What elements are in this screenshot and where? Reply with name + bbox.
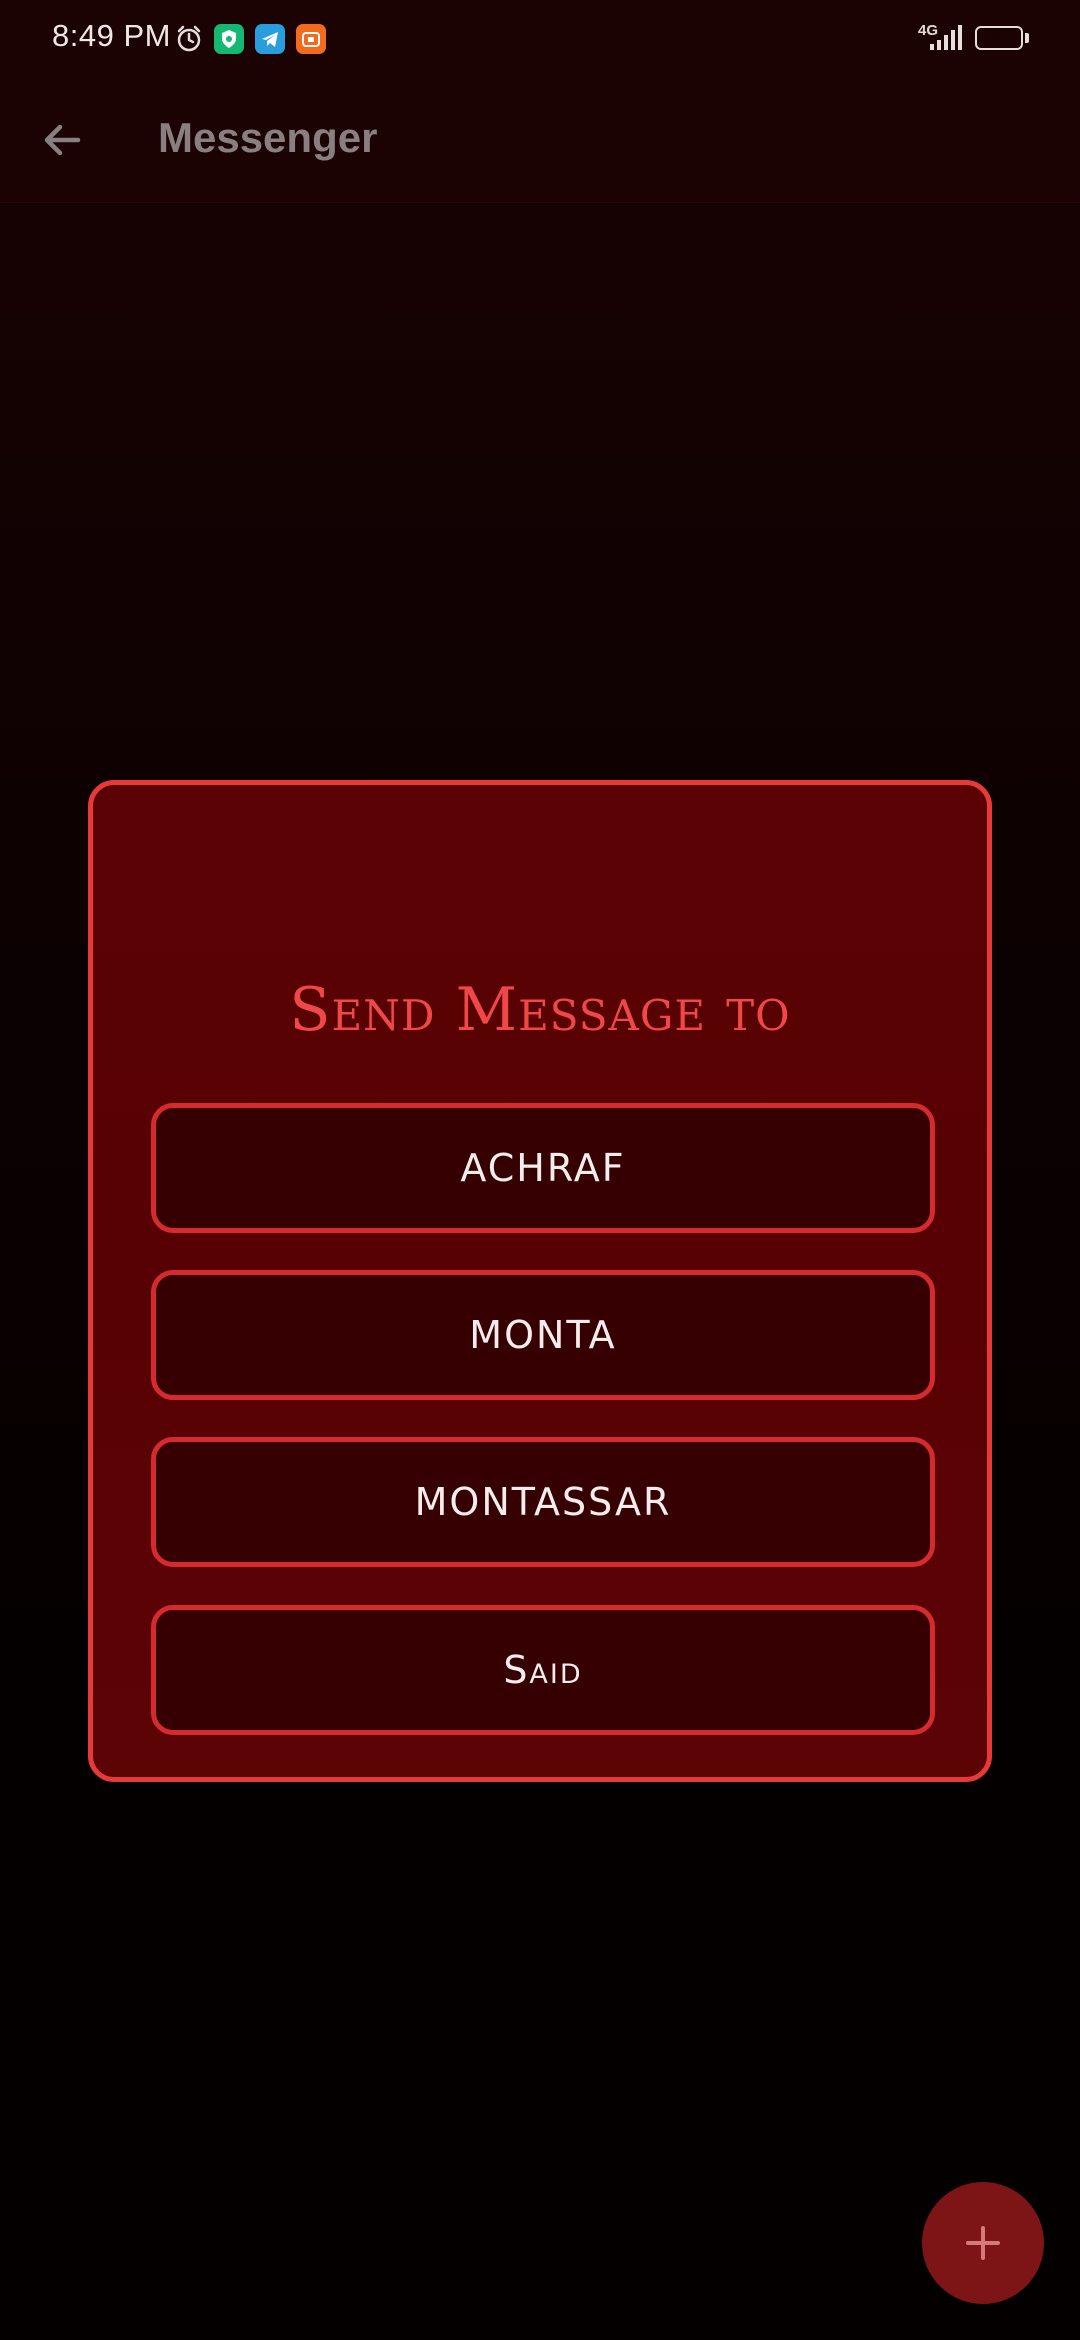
status-bar: 8:49 PM 4G 90	[0, 0, 1080, 78]
telegram-app-icon	[255, 24, 285, 54]
battery-icon: 90	[975, 26, 1023, 50]
alarm-icon	[174, 24, 204, 54]
back-button[interactable]	[30, 108, 94, 172]
recipient-label: MONTA	[469, 1313, 617, 1357]
recipient-button-monta[interactable]: MONTA	[151, 1270, 935, 1400]
recipient-button-montassar[interactable]: MONTASSAR	[151, 1437, 935, 1567]
recipient-label: MONTASSAR	[414, 1480, 672, 1524]
battery-tip	[1025, 33, 1029, 43]
mi-app-icon	[296, 24, 326, 54]
recipient-label: ACHRAF	[460, 1146, 626, 1190]
status-time: 8:49 PM	[52, 18, 171, 53]
battery-level: 90	[989, 27, 1009, 46]
recipient-button-achraf[interactable]: ACHRAF	[151, 1103, 935, 1233]
shield-app-icon	[214, 24, 244, 54]
arrow-left-icon	[44, 124, 81, 156]
app-bar: Messenger	[0, 78, 1080, 203]
plus-icon	[966, 2226, 1000, 2260]
send-message-dialog: Send Message to ACHRAF MONTA MONTASSAR S…	[88, 780, 992, 1782]
recipient-label: Said	[503, 1648, 583, 1692]
signal-icon	[928, 24, 964, 52]
dialog-title: Send Message to	[289, 975, 791, 1045]
recipient-button-said[interactable]: Said	[151, 1605, 935, 1735]
screen: 8:49 PM 4G 90 Messenger Send Message to …	[0, 0, 1080, 2340]
app-title: Messenger	[158, 114, 378, 161]
add-fab-button[interactable]	[922, 2182, 1044, 2304]
